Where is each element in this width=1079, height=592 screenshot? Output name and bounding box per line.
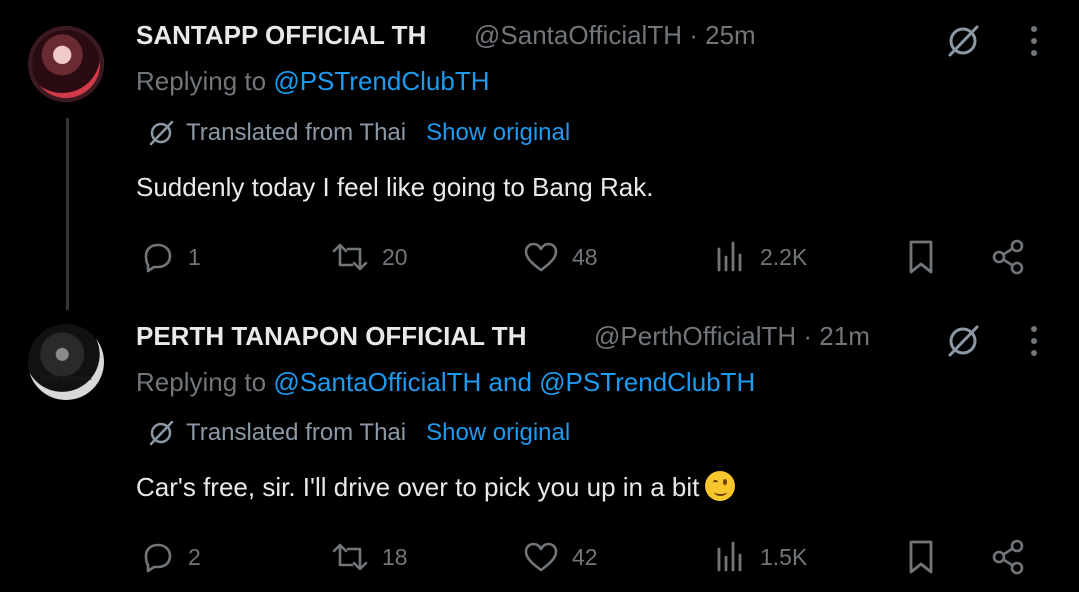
avatar[interactable]: Perth Tanapon [28, 324, 104, 400]
like-count: 48 [572, 243, 598, 270]
translation-notice: Translated from Thai Show original [146, 118, 570, 148]
reply-button[interactable]: 2 [140, 537, 201, 577]
like-icon [524, 542, 558, 572]
share-icon[interactable] [990, 238, 1028, 276]
timestamp: 25m [705, 20, 756, 50]
repost-button[interactable]: 20 [330, 237, 408, 277]
avatar[interactable] [28, 26, 104, 102]
avatar-caption: Perth Tanapon [40, 374, 92, 382]
share-icon[interactable] [990, 538, 1028, 576]
views-count: 2.2K [760, 243, 808, 270]
like-count: 42 [572, 543, 598, 570]
author-handle[interactable]: @PerthOfficialTH · 21m [594, 321, 870, 352]
repost-count: 20 [382, 243, 408, 270]
like-button[interactable]: 42 [522, 537, 598, 577]
grok-icon[interactable] [944, 322, 982, 360]
translated-label: Translated from Thai [186, 419, 407, 446]
timestamp: 21m [819, 321, 870, 351]
translated-label: Translated from Thai [186, 119, 407, 146]
bookmark-icon[interactable] [904, 538, 938, 576]
translation-notice: Translated from Thai Show original [146, 418, 570, 448]
tweet-text: Car's free, sir. I'll drive over to pick… [136, 471, 736, 503]
author-handle[interactable]: @SantaOfficialTH · 25m [474, 20, 756, 51]
replying-to: Replying to @SantaOfficialTH and @PSTren… [136, 367, 756, 397]
repost-icon [332, 243, 368, 271]
show-original-link[interactable]: Show original [426, 119, 570, 147]
reply-count: 1 [188, 243, 201, 270]
author-name[interactable]: SANTAPP OFFICIAL TH [136, 20, 426, 51]
reply-icon [144, 243, 172, 273]
like-icon [524, 242, 558, 272]
like-button[interactable]: 48 [522, 237, 598, 277]
replying-to: Replying to @PSTrendClubTH [136, 66, 490, 96]
repost-icon [332, 543, 368, 571]
mention-link[interactable]: @SantaOfficialTH and @PSTrendClubTH [273, 367, 755, 397]
views-icon [717, 241, 742, 272]
views-icon [717, 541, 742, 572]
wink-emoji [705, 471, 736, 501]
translate-icon [149, 420, 174, 446]
grok-icon[interactable] [944, 22, 982, 60]
views-count: 1.5K [760, 543, 808, 570]
more-icon[interactable] [1026, 24, 1042, 58]
repost-count: 18 [382, 543, 408, 570]
thread-connector [66, 118, 69, 310]
translate-icon [149, 120, 174, 146]
bookmark-icon[interactable] [904, 238, 938, 276]
reply-button[interactable]: 1 [140, 237, 201, 277]
more-icon[interactable] [1026, 324, 1042, 358]
mention-link[interactable]: @PSTrendClubTH [273, 66, 489, 96]
tweet-text: Suddenly today I feel like going to Bang… [136, 172, 654, 202]
reply-icon [144, 543, 172, 573]
author-name[interactable]: PERTH TANAPON OFFICIAL TH [136, 321, 526, 352]
views-button[interactable]: 1.5K [714, 537, 807, 577]
views-button[interactable]: 2.2K [714, 237, 807, 277]
reply-count: 2 [188, 543, 201, 570]
repost-button[interactable]: 18 [330, 537, 408, 577]
show-original-link[interactable]: Show original [426, 419, 570, 447]
